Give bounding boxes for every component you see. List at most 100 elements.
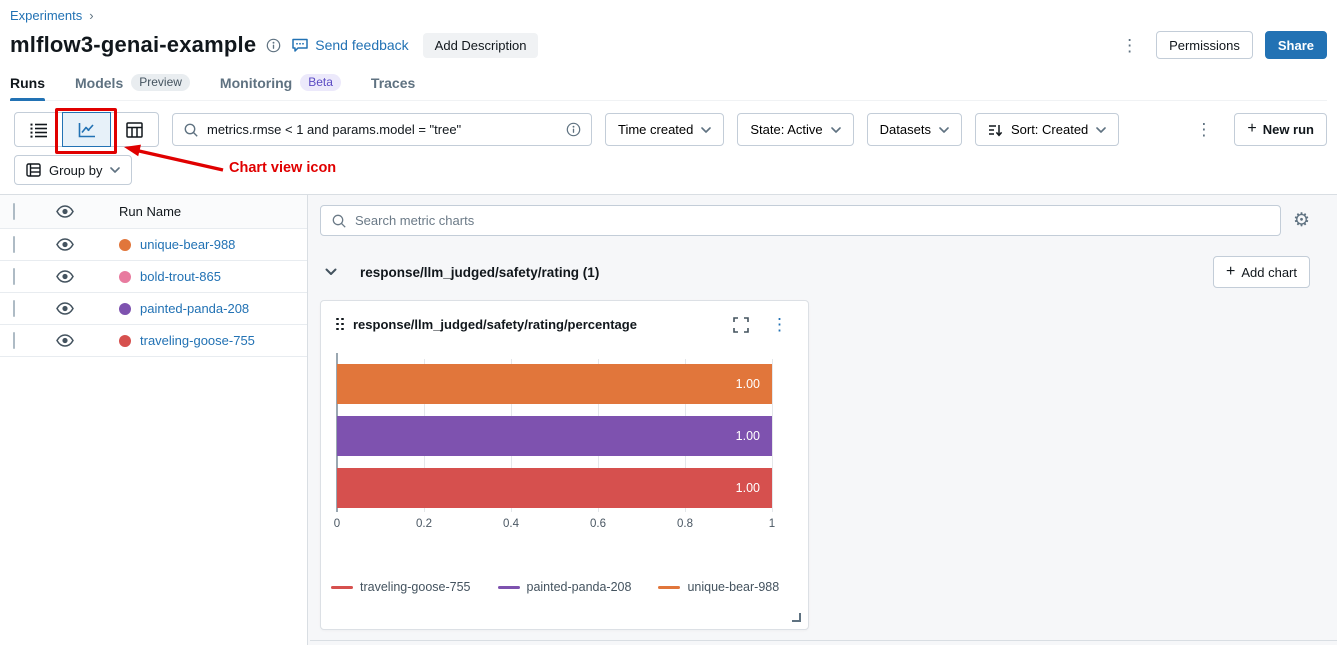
permissions-button[interactable]: Permissions — [1156, 31, 1253, 59]
run-name-link[interactable]: bold-trout-865 — [140, 269, 221, 284]
filter-time-created[interactable]: Time created — [605, 113, 724, 146]
legend-item-traveling-goose-755[interactable]: traveling-goose-755 — [331, 580, 471, 594]
charts-panel: ⚙ response/llm_judged/safety/rating (1) … — [308, 195, 1337, 645]
chevron-down-icon — [1096, 127, 1106, 133]
x-tick-label: 0.2 — [416, 518, 432, 530]
run-color-dot — [119, 335, 131, 347]
charts-settings-gear-icon[interactable]: ⚙ — [1293, 211, 1310, 230]
metric-section-header: response/llm_judged/safety/rating (1) + … — [320, 256, 1310, 288]
chart-view-button[interactable] — [62, 112, 111, 147]
sort-icon — [988, 123, 1003, 137]
chevron-down-icon — [831, 127, 841, 133]
page-header: mlflow3-genai-example Send feedback Add … — [10, 30, 1327, 60]
search-icon — [183, 122, 199, 138]
breadcrumb-chevron-icon: › — [89, 8, 93, 23]
runs-search-box — [172, 113, 592, 146]
x-axis-ticks: 00.20.40.60.81 — [337, 516, 772, 536]
tab-label: Traces — [371, 75, 415, 91]
run-checkbox[interactable] — [13, 300, 15, 317]
group-by-icon — [26, 163, 41, 177]
bar-value-label: 1.00 — [736, 377, 772, 391]
filter-label: Datasets — [880, 122, 931, 137]
tab-label: Models — [75, 75, 123, 91]
tab-monitoring[interactable]: MonitoringBeta — [220, 74, 341, 100]
metric-search-input[interactable] — [355, 213, 1270, 228]
tab-traces[interactable]: Traces — [371, 75, 415, 100]
share-button[interactable]: Share — [1265, 31, 1327, 59]
breadcrumb: Experiments › — [0, 0, 1337, 23]
section-collapse-chevron-icon[interactable] — [325, 268, 337, 276]
bar-painted-panda-208[interactable]: 1.00 — [337, 416, 772, 456]
run-visibility-eye-icon[interactable] — [56, 334, 74, 347]
resize-handle[interactable] — [792, 613, 801, 622]
tab-badge: Beta — [300, 74, 341, 91]
legend-name: painted-panda-208 — [527, 580, 632, 594]
list-view-button[interactable] — [14, 112, 63, 147]
run-name-header[interactable]: Run Name — [119, 204, 181, 219]
group-by-button[interactable]: Group by — [14, 155, 132, 185]
add-description-button[interactable]: Add Description — [423, 33, 539, 58]
run-visibility-eye-icon[interactable] — [56, 302, 74, 315]
add-chart-button[interactable]: + Add chart — [1213, 256, 1310, 288]
table-view-button[interactable] — [110, 112, 159, 147]
run-checkbox[interactable] — [13, 332, 15, 349]
chevron-down-icon — [110, 167, 120, 173]
visibility-all-eye-icon[interactable] — [56, 205, 74, 218]
toolbar-overflow-menu[interactable]: ⋮ — [1189, 119, 1218, 140]
runs-search-input[interactable] — [207, 122, 558, 137]
legend-item-painted-panda-208[interactable]: painted-panda-208 — [498, 580, 632, 594]
gridline — [772, 359, 773, 512]
run-visibility-eye-icon[interactable] — [56, 238, 74, 251]
view-mode-toggle — [14, 112, 159, 147]
legend-name: traveling-goose-755 — [360, 580, 471, 594]
run-color-dot — [119, 239, 131, 251]
tab-models[interactable]: ModelsPreview — [75, 74, 190, 100]
breadcrumb-experiments-link[interactable]: Experiments — [10, 8, 82, 23]
feedback-bubble-icon[interactable] — [291, 37, 309, 53]
chevron-down-icon — [939, 127, 949, 133]
run-row: bold-trout-865 — [0, 261, 307, 293]
new-run-button[interactable]: + New run — [1234, 113, 1327, 146]
tab-bar: Runs ModelsPreview MonitoringBeta Traces — [10, 74, 1327, 101]
chart-legend: traveling-goose-755 painted-panda-208 uniq… — [331, 580, 808, 594]
run-checkbox[interactable] — [13, 268, 15, 285]
expand-chart-icon[interactable] — [733, 317, 749, 333]
chart-title: response/llm_judged/safety/rating/percen… — [353, 317, 637, 332]
add-chart-label: Add chart — [1241, 265, 1297, 280]
chart-overflow-menu[interactable]: ⋮ — [765, 314, 794, 335]
experiment-page: Experiments › mlflow3-genai-example Send… — [0, 0, 1337, 647]
run-name-link[interactable]: painted-panda-208 — [140, 301, 249, 316]
annotation-label: Chart view icon — [229, 160, 336, 176]
filter-buttons: Time created State: Active Datasets Sort: C… — [605, 113, 1119, 146]
legend-swatch — [331, 586, 353, 589]
drag-handle-icon[interactable] — [336, 318, 345, 332]
run-row: traveling-goose-755 — [0, 325, 307, 357]
bar-traveling-goose-755[interactable]: 1.00 — [337, 468, 772, 508]
metric-chart-card: response/llm_judged/safety/rating/percen… — [320, 300, 809, 630]
filter-label: Sort: Created — [1011, 122, 1088, 137]
select-all-checkbox[interactable] — [13, 203, 15, 220]
info-icon[interactable] — [266, 38, 281, 53]
plus-icon: + — [1247, 120, 1256, 138]
run-name-link[interactable]: unique-bear-988 — [140, 237, 235, 252]
send-feedback-link[interactable]: Send feedback — [315, 37, 408, 53]
run-name-link[interactable]: traveling-goose-755 — [140, 333, 255, 348]
run-row: painted-panda-208 — [0, 293, 307, 325]
filter-state-active[interactable]: State: Active — [737, 113, 853, 146]
filter-sort-created[interactable]: Sort: Created — [975, 113, 1119, 146]
run-checkbox[interactable] — [13, 236, 15, 253]
tab-runs[interactable]: Runs — [10, 75, 45, 100]
run-visibility-eye-icon[interactable] — [56, 270, 74, 283]
metric-section-title[interactable]: response/llm_judged/safety/rating (1) — [360, 265, 599, 280]
filter-label: State: Active — [750, 122, 822, 137]
filter-datasets[interactable]: Datasets — [867, 113, 962, 146]
bar-unique-bear-988[interactable]: 1.00 — [337, 364, 772, 404]
bar-value-label: 1.00 — [736, 429, 772, 443]
search-info-icon[interactable] — [566, 122, 581, 137]
runs-table: Run Name unique-bear-988 bold-trout-865 pa… — [0, 195, 307, 357]
header-overflow-menu[interactable]: ⋮ — [1115, 35, 1144, 56]
legend-item-unique-bear-988[interactable]: unique-bear-988 — [658, 580, 779, 594]
section-divider — [310, 640, 1337, 641]
content-area: Run Name unique-bear-988 bold-trout-865 pa… — [0, 194, 1337, 645]
run-color-dot — [119, 303, 131, 315]
